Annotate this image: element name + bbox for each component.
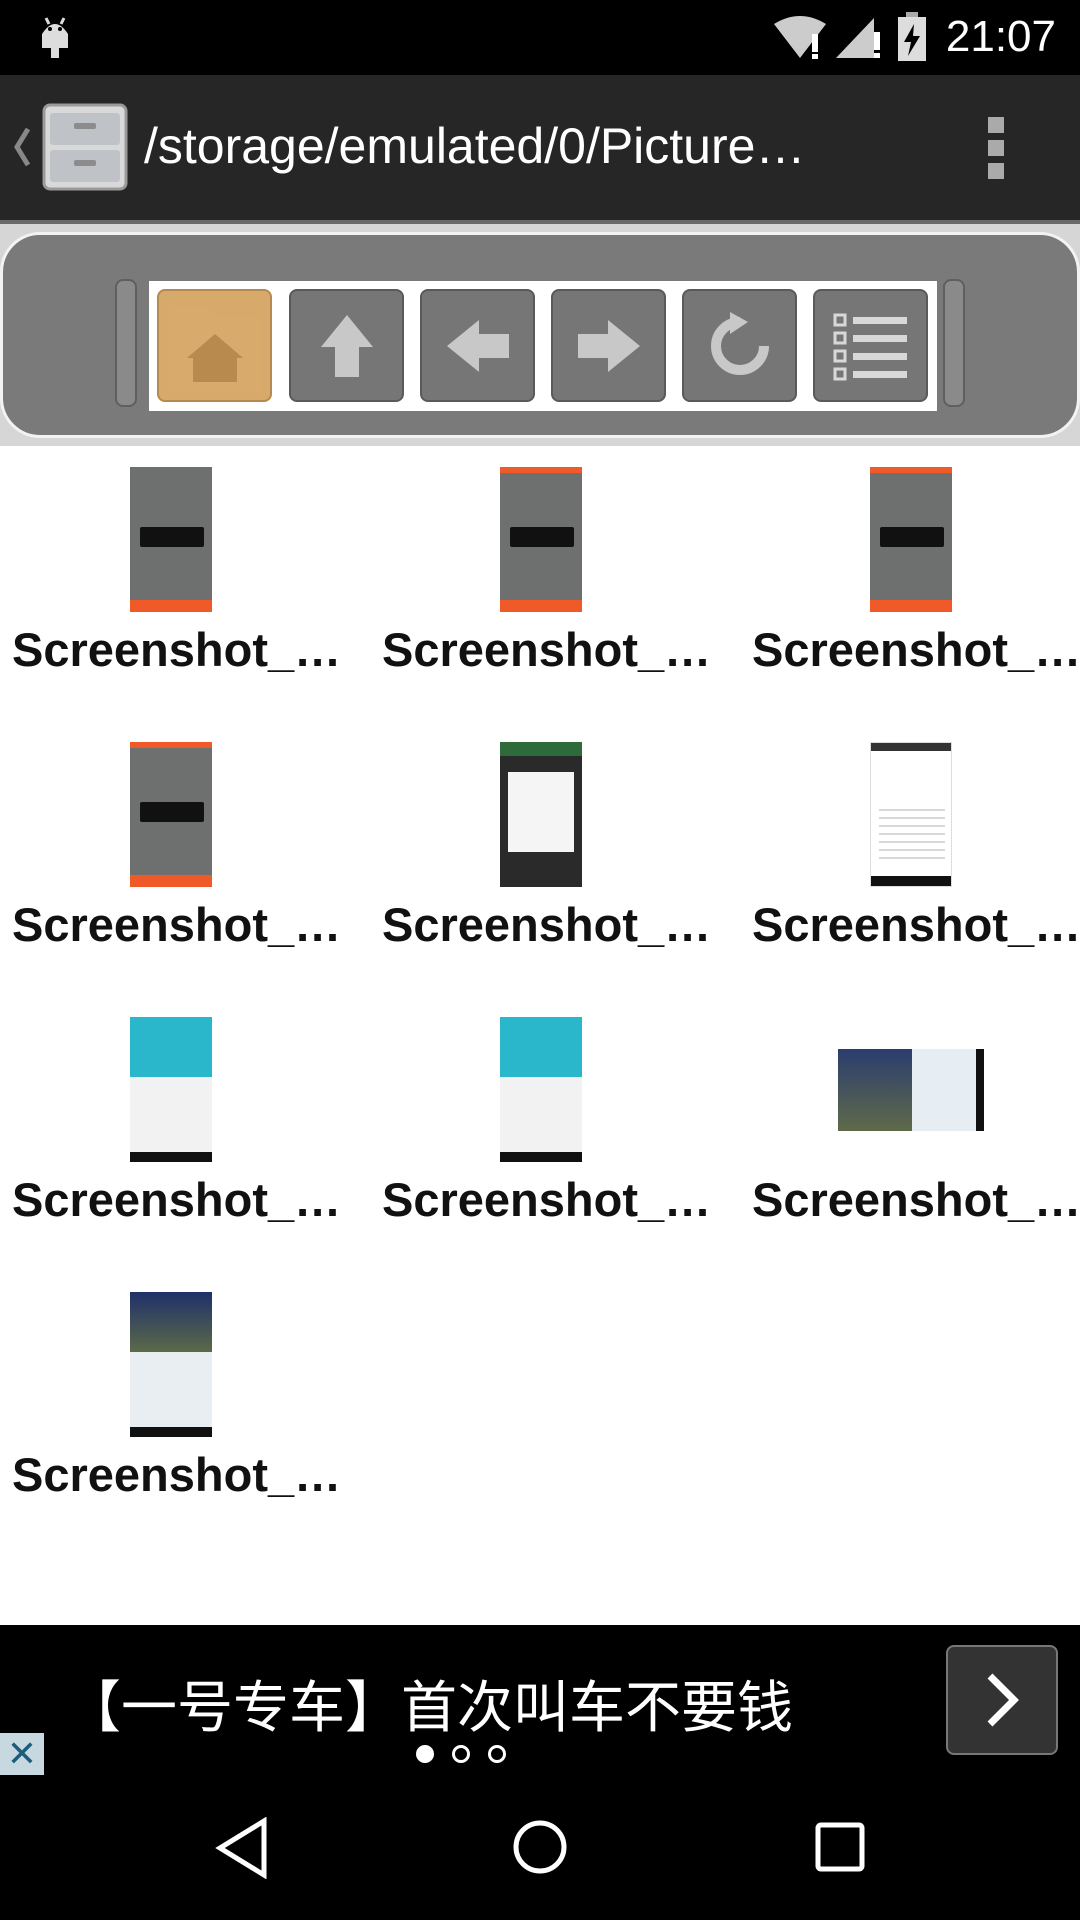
back-caret-icon[interactable] [12, 125, 32, 169]
ad-next-button[interactable] [946, 1645, 1058, 1755]
overflow-menu-icon[interactable] [986, 115, 1006, 181]
ad-banner[interactable]: 【一号专车】首次叫车不要钱 ✕ [0, 1625, 1080, 1775]
status-time: 21:07 [945, 12, 1056, 61]
arrow-right-icon [577, 319, 640, 372]
nav-home-icon[interactable] [512, 1819, 568, 1875]
arrow-up-icon [320, 314, 373, 377]
home-folder-icon [168, 305, 261, 392]
file-name: Screenshot_… [382, 1173, 712, 1226]
file-name: Screenshot_… [12, 1173, 342, 1226]
file-item[interactable]: Screenshot_… [370, 742, 712, 992]
file-thumbnail [870, 467, 952, 612]
file-name: Screenshot_… [752, 898, 1080, 951]
file-thumbnail [130, 742, 212, 887]
file-name: Screenshot_… [12, 1448, 342, 1501]
refresh-icon [710, 311, 769, 375]
file-cabinet-icon [42, 103, 128, 191]
back-button[interactable] [420, 289, 535, 402]
file-item[interactable]: Screenshot_… [740, 467, 1080, 717]
file-item[interactable]: Screenshot_… [0, 1292, 342, 1542]
home-folder-button[interactable] [157, 289, 272, 402]
ad-text[interactable]: 【一号专车】首次叫车不要钱 [65, 1663, 793, 1744]
file-item[interactable]: Screenshot_… [0, 1017, 342, 1267]
file-name: Screenshot_… [752, 1173, 1080, 1226]
toolbar-right-grip [943, 279, 965, 407]
file-thumbnail [130, 467, 212, 612]
file-thumbnail [870, 742, 952, 887]
file-name: Screenshot_… [752, 623, 1080, 676]
signal-icon [836, 18, 880, 58]
file-item[interactable]: Screenshot_… [370, 467, 712, 717]
wifi-icon [774, 16, 826, 59]
file-name: Screenshot_… [382, 623, 712, 676]
file-thumbnail [130, 1292, 212, 1437]
arrow-left-icon [446, 319, 509, 372]
file-thumbnail [500, 1017, 582, 1162]
file-thumbnail [838, 1049, 984, 1131]
battery-charging-icon [898, 12, 926, 61]
up-button[interactable] [289, 289, 404, 402]
refresh-button[interactable] [682, 289, 797, 402]
android-icon [42, 17, 68, 58]
navigation-bar [0, 1775, 1080, 1920]
nav-recents-icon[interactable] [814, 1821, 866, 1873]
page-dot [488, 1745, 506, 1763]
file-thumbnail [500, 467, 582, 612]
forward-button[interactable] [551, 289, 666, 402]
file-thumbnail [500, 742, 582, 887]
file-item[interactable]: Screenshot_… [740, 1017, 1080, 1267]
list-view-icon [833, 313, 907, 380]
toolbar-panel [0, 224, 1080, 446]
toolbar-left-grip [115, 279, 137, 407]
file-name: Screenshot_… [12, 898, 342, 951]
list-view-button[interactable] [813, 289, 928, 402]
page-dot [452, 1745, 470, 1763]
file-item[interactable]: Screenshot_… [740, 742, 1080, 992]
status-bar: 21:07 [0, 0, 1080, 75]
nav-back-icon[interactable] [214, 1817, 270, 1879]
file-item[interactable]: Screenshot_… [0, 467, 342, 717]
toolbar-strip [149, 281, 937, 411]
ad-page-indicator [416, 1745, 506, 1763]
file-item[interactable]: Screenshot_… [370, 1017, 712, 1267]
file-item[interactable]: Screenshot_… [0, 742, 342, 992]
file-name: Screenshot_… [382, 898, 712, 951]
file-name: Screenshot_… [12, 623, 342, 676]
chevron-right-icon [987, 1673, 1019, 1727]
toolbar-frame [0, 232, 1080, 438]
file-thumbnail [130, 1017, 212, 1162]
app-bar: /storage/emulated/0/Picture… [0, 75, 1080, 224]
current-path: /storage/emulated/0/Picture… [144, 118, 806, 174]
page-dot-active [416, 1745, 434, 1763]
ad-close-icon[interactable]: ✕ [0, 1733, 44, 1775]
